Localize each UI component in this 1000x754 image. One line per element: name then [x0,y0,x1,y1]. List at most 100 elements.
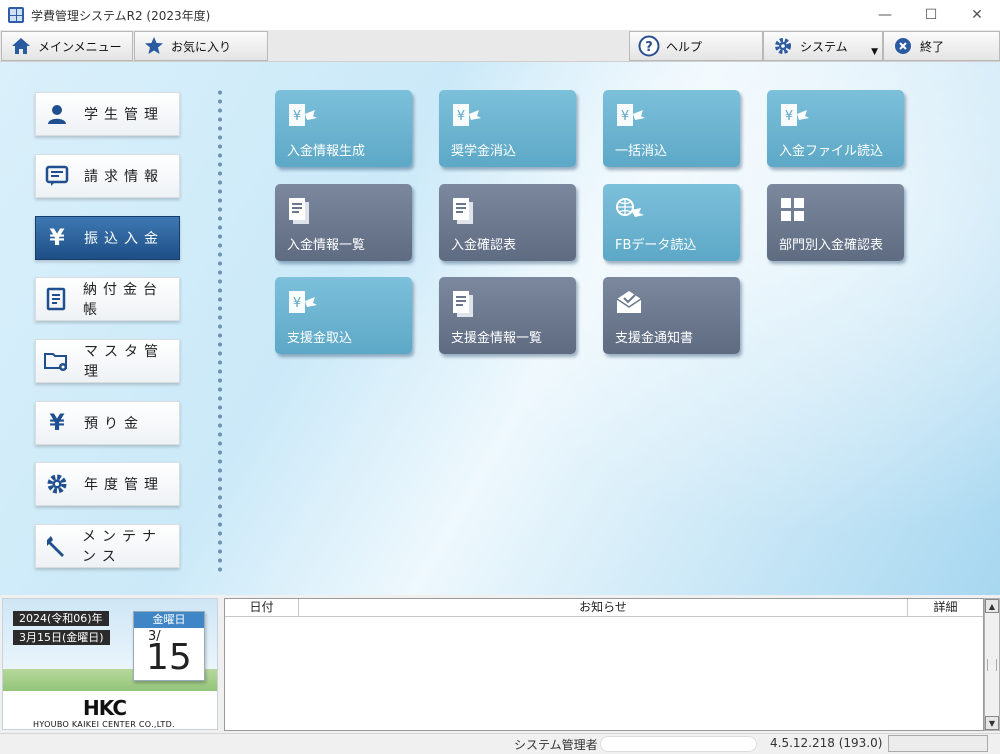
tile-payment-confirm[interactable]: 入金確認表 [439,184,576,261]
toolbar: メインメニュー お気に入り ? ヘルプ システム ▼ 終了 [0,30,1000,62]
sidebar-item-label: 学生管理 [84,107,164,123]
sidebar-item-deposit[interactable]: ¥ 預り金 [35,401,180,445]
tile-label: 入金情報生成 [287,144,366,159]
minimize-button[interactable]: — [862,0,908,30]
bottom-panel: 2024(令和06)年 3月15日(金曜日) 金曜日 3/ 15 HKC HYO… [0,595,1000,733]
news-scrollbar[interactable]: ▲ ▼ [984,598,1000,731]
news-table[interactable]: 日付 お知らせ 詳細 [224,598,984,731]
help-button[interactable]: ? ヘルプ [629,31,763,61]
day-label: 15 [146,637,192,678]
weekday-label: 金曜日 [134,612,204,628]
ledger-icon [44,286,69,312]
sidebar-item-ledger[interactable]: 納付金台帳 [35,277,180,321]
exit-button[interactable]: 終了 [883,31,1000,61]
yen-doc-icon: ¥ [289,104,317,126]
yen-doc-icon: ¥ [453,104,481,126]
sidebar-item-label: メンテナンス [82,529,162,565]
sidebar-item-maintenance[interactable]: メンテナンス [35,524,180,568]
chevron-down-icon[interactable]: ▼ [871,47,878,57]
svg-text:¥: ¥ [621,109,629,124]
scroll-up-icon[interactable]: ▲ [985,599,999,613]
tile-support-import[interactable]: ¥ 支援金取込 [275,277,412,354]
company-name: HYOUBO KAIKEI CENTER CO.,LTD. [33,720,175,729]
tile-bulk-reconcile[interactable]: ¥ 一括消込 [603,90,740,167]
tile-support-list[interactable]: 支援金情報一覧 [439,277,576,354]
system-button[interactable]: システム ▼ [763,31,883,61]
sidebar-item-invoice[interactable]: 請求情報 [35,154,180,198]
column-date[interactable]: 日付 [225,599,299,616]
sidebar-item-label: 振込入金 [84,231,164,247]
tile-label: 入金情報一覧 [287,238,366,253]
globe-import-icon [616,198,644,217]
sidebar-item-label: 年度管理 [84,477,164,493]
envelope-icon [616,291,642,313]
gear-icon [44,471,70,497]
tile-label: 奨学金消込 [451,144,517,159]
sidebar-item-label: 納付金台帳 [82,282,163,318]
tile-generate-payment[interactable]: ¥ 入金情報生成 [275,90,412,167]
tile-payment-file-import[interactable]: ¥ 入金ファイル読込 [767,90,904,167]
yen-icon: ¥ [49,225,65,251]
favorites-label: お気に入り [171,39,232,54]
student-icon [44,101,70,127]
tile-support-notice[interactable]: 支援金通知書 [603,277,740,354]
column-notice[interactable]: お知らせ [299,599,908,616]
divider [217,88,223,573]
svg-text:?: ? [645,40,653,55]
calendar-panel: 2024(令和06)年 3月15日(金曜日) 金曜日 3/ 15 HKC HYO… [2,598,218,730]
exit-label: 終了 [920,39,945,54]
folder-gear-icon [44,348,70,374]
yen-doc-icon: ¥ [289,291,317,313]
status-box [888,735,988,752]
main-menu-label: メインメニュー [38,39,122,54]
tile-payment-list[interactable]: 入金情報一覧 [275,184,412,261]
yen-doc-icon: ¥ [781,104,809,126]
wrench-icon [44,533,68,559]
sidebar-item-student[interactable]: 学生管理 [35,92,180,136]
user-label: システム管理者 [514,738,598,752]
sidebar-item-label: 預り金 [84,416,144,432]
favorites-button[interactable]: お気に入り [134,31,268,61]
scroll-down-icon[interactable]: ▼ [985,716,999,730]
gear-icon [772,35,794,57]
title-bar: 学費管理システムR2 (2023年度) — ☐ ✕ [0,0,1000,30]
sidebar-item-label: 請求情報 [84,169,164,185]
close-button[interactable]: ✕ [954,0,1000,30]
doc-list-icon [453,291,473,317]
version-label: 4.5.12.218 (193.0) [770,736,883,750]
calendar-pad: 金曜日 3/ 15 [133,611,205,681]
doc-list-icon [289,198,309,224]
tile-label: 一括消込 [615,144,668,159]
date-label: 3月15日(金曜日) [13,630,110,645]
invoice-icon [44,163,70,189]
tile-label: 支援金取込 [287,331,353,346]
year-label: 2024(令和06)年 [13,611,109,626]
star-icon [143,35,165,57]
exit-icon [892,35,914,57]
home-icon [10,35,32,57]
window-title: 学費管理システムR2 (2023年度) [31,8,211,23]
tile-scholarship-reconcile[interactable]: ¥ 奨学金消込 [439,90,576,167]
sidebar-item-master[interactable]: マスタ管理 [35,339,180,383]
maximize-button[interactable]: ☐ [908,0,954,30]
sidebar-item-fiscal-year[interactable]: 年度管理 [35,462,180,506]
tile-label: 支援金情報一覧 [451,331,543,346]
status-progress [600,736,757,752]
tile-label: 入金確認表 [451,238,517,253]
doc-list-icon [453,198,473,224]
tile-fb-data-import[interactable]: FBデータ読込 [603,184,740,261]
scroll-thumb[interactable] [987,659,997,671]
tile-dept-payment-confirm[interactable]: 部門別入金確認表 [767,184,904,261]
tile-label: 部門別入金確認表 [779,238,884,253]
company-logo: HKC [83,696,127,720]
help-label: ヘルプ [666,39,703,54]
system-label: システム [800,39,848,54]
news-header: 日付 お知らせ 詳細 [225,599,983,617]
grid-icon [781,198,804,221]
column-detail[interactable]: 詳細 [908,599,983,616]
tile-label: 支援金通知書 [615,331,694,346]
sidebar-item-transfer[interactable]: ¥ 振込入金 [35,216,180,260]
main-menu-button[interactable]: メインメニュー [1,31,133,61]
svg-text:¥: ¥ [293,109,301,124]
sidebar-item-label: マスタ管理 [84,344,164,380]
